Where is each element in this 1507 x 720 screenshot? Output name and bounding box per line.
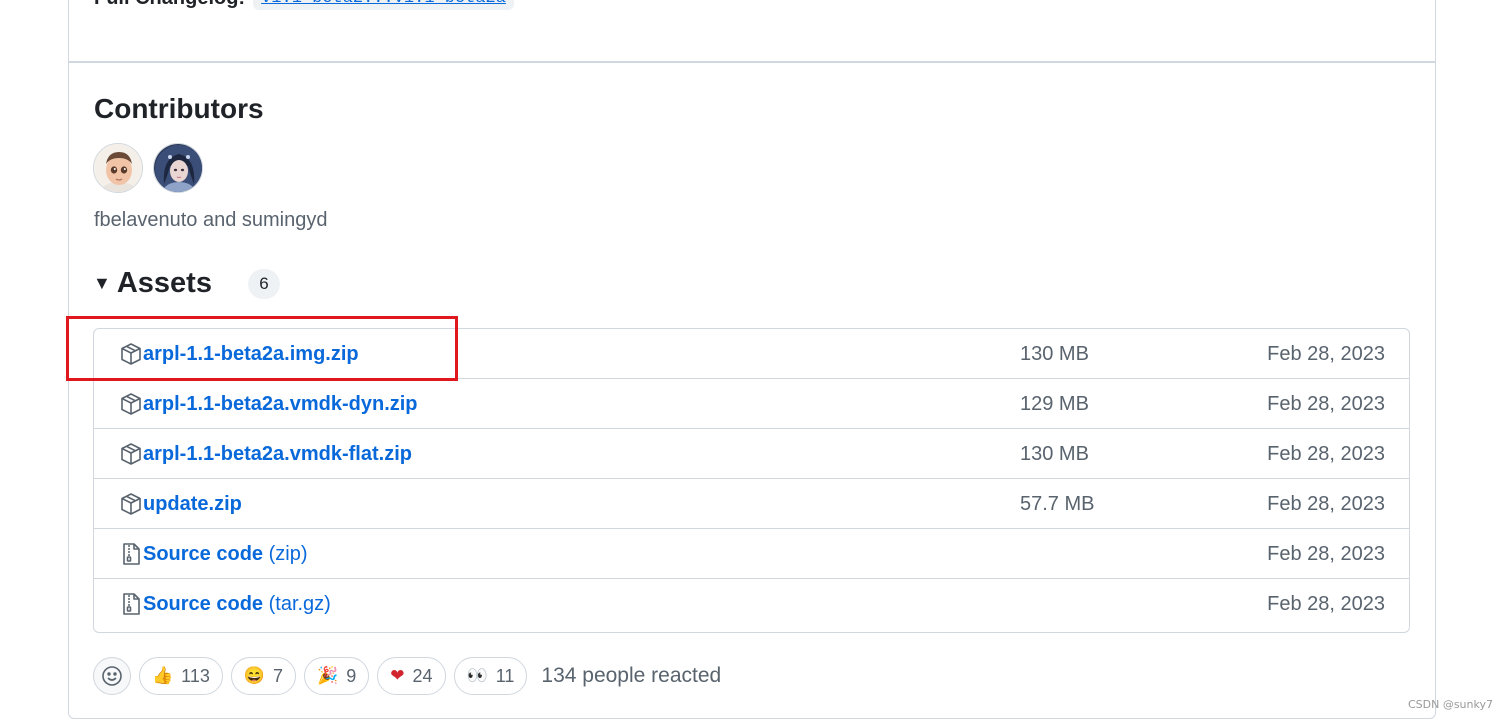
reaction-count: 9: [346, 665, 357, 686]
asset-row: Source code (tar.gz) Feb 28, 2023: [94, 579, 1409, 629]
reaction-thumbs-up[interactable]: 👍 113: [139, 657, 223, 695]
file-zip-icon: [120, 542, 142, 566]
reactions-summary: 134 people reacted: [541, 664, 722, 687]
assets-count-badge: 6: [247, 268, 280, 299]
add-reaction-button[interactable]: [93, 657, 131, 695]
thumbs-up-icon: 👍: [152, 666, 174, 685]
full-changelog: Full Changelog: v1.1-beta2...v1.1-beta2a: [94, 0, 514, 15]
reaction-count: 11: [495, 665, 515, 686]
eyes-icon: 👀: [466, 666, 488, 685]
watermark: CSDN @sunky7: [1407, 698, 1493, 711]
asset-date: Feb 28, 2023: [1267, 543, 1385, 565]
asset-link[interactable]: arpl-1.1-beta2a.vmdk-flat.zip: [143, 443, 412, 466]
smiley-icon: [102, 666, 122, 686]
asset-row: arpl-1.1-beta2a.vmdk-flat.zip 130 MB Feb…: [94, 429, 1409, 479]
asset-date: Feb 28, 2023: [1267, 393, 1385, 415]
heart-icon: ❤: [390, 666, 405, 685]
section-divider: [69, 61, 1435, 63]
asset-size: 130 MB: [1020, 443, 1089, 465]
changelog-compare-link[interactable]: v1.1-beta2...v1.1-beta2a: [253, 0, 514, 10]
package-icon: [120, 442, 142, 466]
asset-size: 57.7 MB: [1020, 493, 1095, 515]
highlight-box: [66, 316, 458, 381]
package-icon: [120, 492, 142, 516]
asset-size: 129 MB: [1020, 393, 1089, 415]
reaction-heart[interactable]: ❤ 24: [377, 657, 446, 695]
asset-row: Source code (zip) Feb 28, 2023: [94, 529, 1409, 579]
assets-toggle[interactable]: ▼ Assets 6: [93, 267, 280, 300]
release-card: Full Changelog: v1.1-beta2...v1.1-beta2a…: [66, 0, 1436, 719]
asset-link[interactable]: arpl-1.1-beta2a.vmdk-dyn.zip: [143, 393, 418, 416]
asset-size: 130 MB: [1020, 343, 1089, 365]
reactions-bar: 👍 113 😄 7 🎉 9 ❤ 24 👀 11 134 people react…: [93, 657, 721, 695]
avatar-sumingyd[interactable]: [153, 143, 203, 193]
contributor-avatars: [93, 143, 203, 193]
package-icon: [120, 392, 142, 416]
asset-date: Feb 28, 2023: [1267, 443, 1385, 465]
laugh-icon: 😄: [243, 666, 266, 685]
contributors-heading: Contributors: [94, 93, 264, 124]
asset-link[interactable]: Source code (tar.gz): [143, 593, 331, 616]
contributors-names: fbelavenuto and sumingyd: [94, 209, 328, 231]
reaction-count: 113: [181, 665, 210, 686]
asset-row: update.zip 57.7 MB Feb 28, 2023: [94, 479, 1409, 529]
reaction-eyes[interactable]: 👀 11: [453, 657, 528, 695]
reaction-laugh[interactable]: 😄 7: [230, 657, 297, 695]
changelog-label: Full Changelog:: [94, 0, 245, 10]
file-zip-icon: [120, 592, 142, 616]
asset-link[interactable]: Source code (zip): [143, 543, 308, 566]
reaction-count: 24: [412, 665, 433, 686]
asset-date: Feb 28, 2023: [1267, 593, 1385, 615]
asset-row: arpl-1.1-beta2a.vmdk-dyn.zip 129 MB Feb …: [94, 379, 1409, 429]
asset-date: Feb 28, 2023: [1267, 343, 1385, 365]
hooray-icon: 🎉: [317, 666, 339, 685]
avatar-fbelavenuto[interactable]: [93, 143, 143, 193]
asset-link[interactable]: update.zip: [143, 493, 242, 516]
assets-heading: Assets: [116, 267, 212, 299]
caret-down-icon: ▼: [93, 273, 111, 293]
reaction-hooray[interactable]: 🎉 9: [304, 657, 370, 695]
asset-date: Feb 28, 2023: [1267, 493, 1385, 515]
reaction-count: 7: [273, 665, 284, 686]
